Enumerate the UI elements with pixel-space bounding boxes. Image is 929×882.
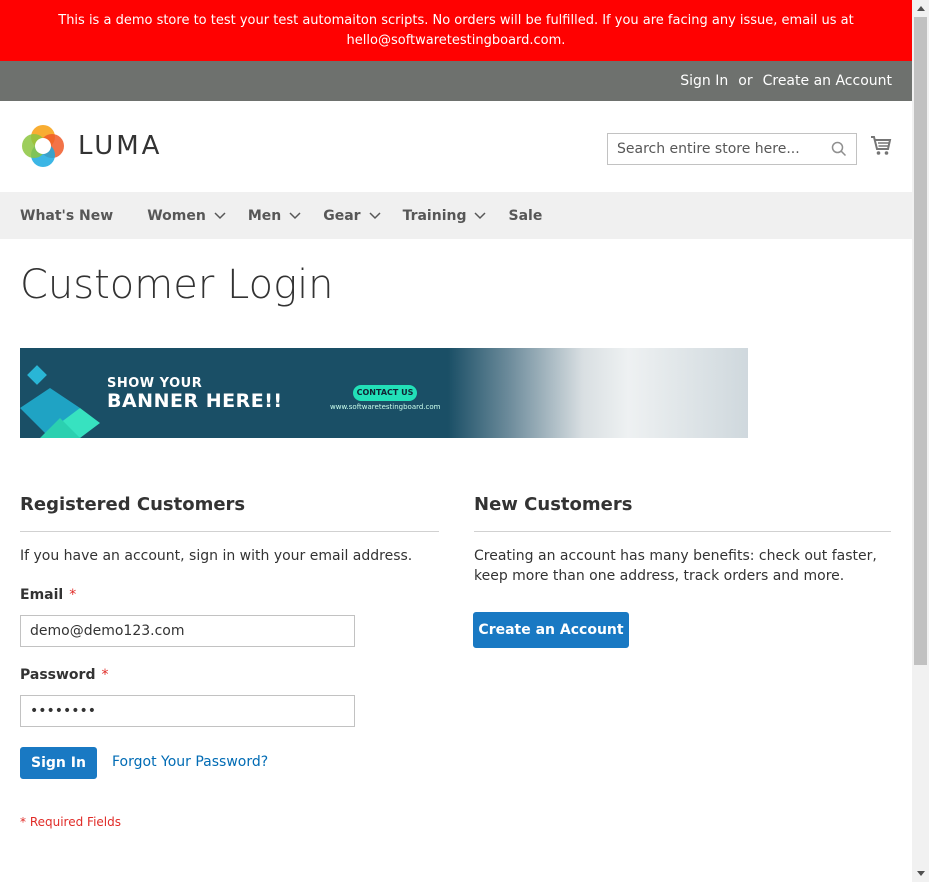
banner-show-text: SHOW YOUR [107,376,203,391]
cart-icon[interactable] [870,134,892,158]
banner-photo [448,348,748,438]
main-nav: What's New Women Men Gear Training Sale [0,192,912,239]
demo-notice-line1: This is a demo store to test your test a… [58,13,854,28]
create-account-button[interactable]: Create an Account [473,612,629,648]
required-marker: * [69,587,77,603]
new-customers-heading: New Customers [474,494,633,515]
nav-label: Men [247,207,282,224]
nav-women[interactable]: Women [147,208,226,224]
signin-link[interactable]: Sign In [680,73,728,89]
nav-gear[interactable]: Gear [323,207,381,224]
registered-intro: If you have an account, sign in with you… [20,548,413,564]
search-input[interactable]: Search entire store here... [607,133,857,165]
nav-label: Training [402,207,467,224]
logo[interactable]: LUMA [20,123,162,169]
nav-sale[interactable]: Sale [508,208,542,224]
luma-logo-icon [22,125,64,167]
forgot-password-link[interactable]: Forgot Your Password? [112,754,268,770]
new-customers-intro: Creating an account has many benefits: c… [474,548,877,584]
banner-url-text: www.softwaretestingboard.com [330,403,441,411]
banner-contact-button[interactable]: CONTACT US [353,385,417,401]
scroll-down-arrow-icon[interactable] [912,865,929,882]
demo-notice-line2: hello@softwaretestingboard.com. [346,33,566,48]
promo-banner[interactable]: SHOW YOUR BANNER HERE!! CONTACT US www.s… [20,348,748,438]
nav-label: Sale [508,207,543,224]
search-icon[interactable] [831,141,847,157]
page: This is a demo store to test your test a… [0,0,912,882]
divider [474,531,891,532]
divider [20,531,439,532]
banner-here-text: BANNER HERE!! [107,390,283,412]
chevron-down-icon [474,211,487,219]
sign-in-button[interactable]: Sign In [20,747,97,779]
search-placeholder: Search entire store here... [617,141,800,157]
chevron-down-icon [214,211,226,219]
password-value: •••••••• [30,703,97,719]
email-value: demo@demo123.com [30,623,185,639]
logo-text: LUMA [78,131,163,161]
email-label-text: Email [20,587,64,603]
nav-label: Women [147,207,206,224]
banner-decoration-icon [20,365,100,438]
nav-training[interactable]: Training [403,208,487,224]
demo-notice: This is a demo store to test your test a… [0,0,912,61]
scroll-thumb[interactable] [914,17,927,665]
required-marker: * [101,667,109,683]
header: LUMA Search entire store here... [0,101,912,192]
required-fields-note: * Required Fields [20,815,121,829]
scroll-up-arrow-icon[interactable] [912,0,929,17]
or-text: or [738,73,753,89]
registered-heading: Registered Customers [20,494,246,515]
scrollbar[interactable] [912,0,929,882]
chevron-down-icon [289,211,301,219]
page-title: Customer Login [20,262,334,308]
password-label: Password * [20,667,108,683]
chevron-down-icon [369,211,381,219]
create-account-link[interactable]: Create an Account [763,73,892,89]
password-label-text: Password [20,667,96,683]
nav-men[interactable]: Men [248,208,301,224]
nav-whats-new[interactable]: What's New [20,208,113,224]
password-field[interactable]: •••••••• [20,695,355,727]
email-field[interactable]: demo@demo123.com [20,615,355,647]
email-label: Email * [20,587,76,603]
top-links: Sign In or Create an Account [0,61,912,101]
nav-label: What's New [20,207,114,224]
nav-label: Gear [323,207,361,224]
